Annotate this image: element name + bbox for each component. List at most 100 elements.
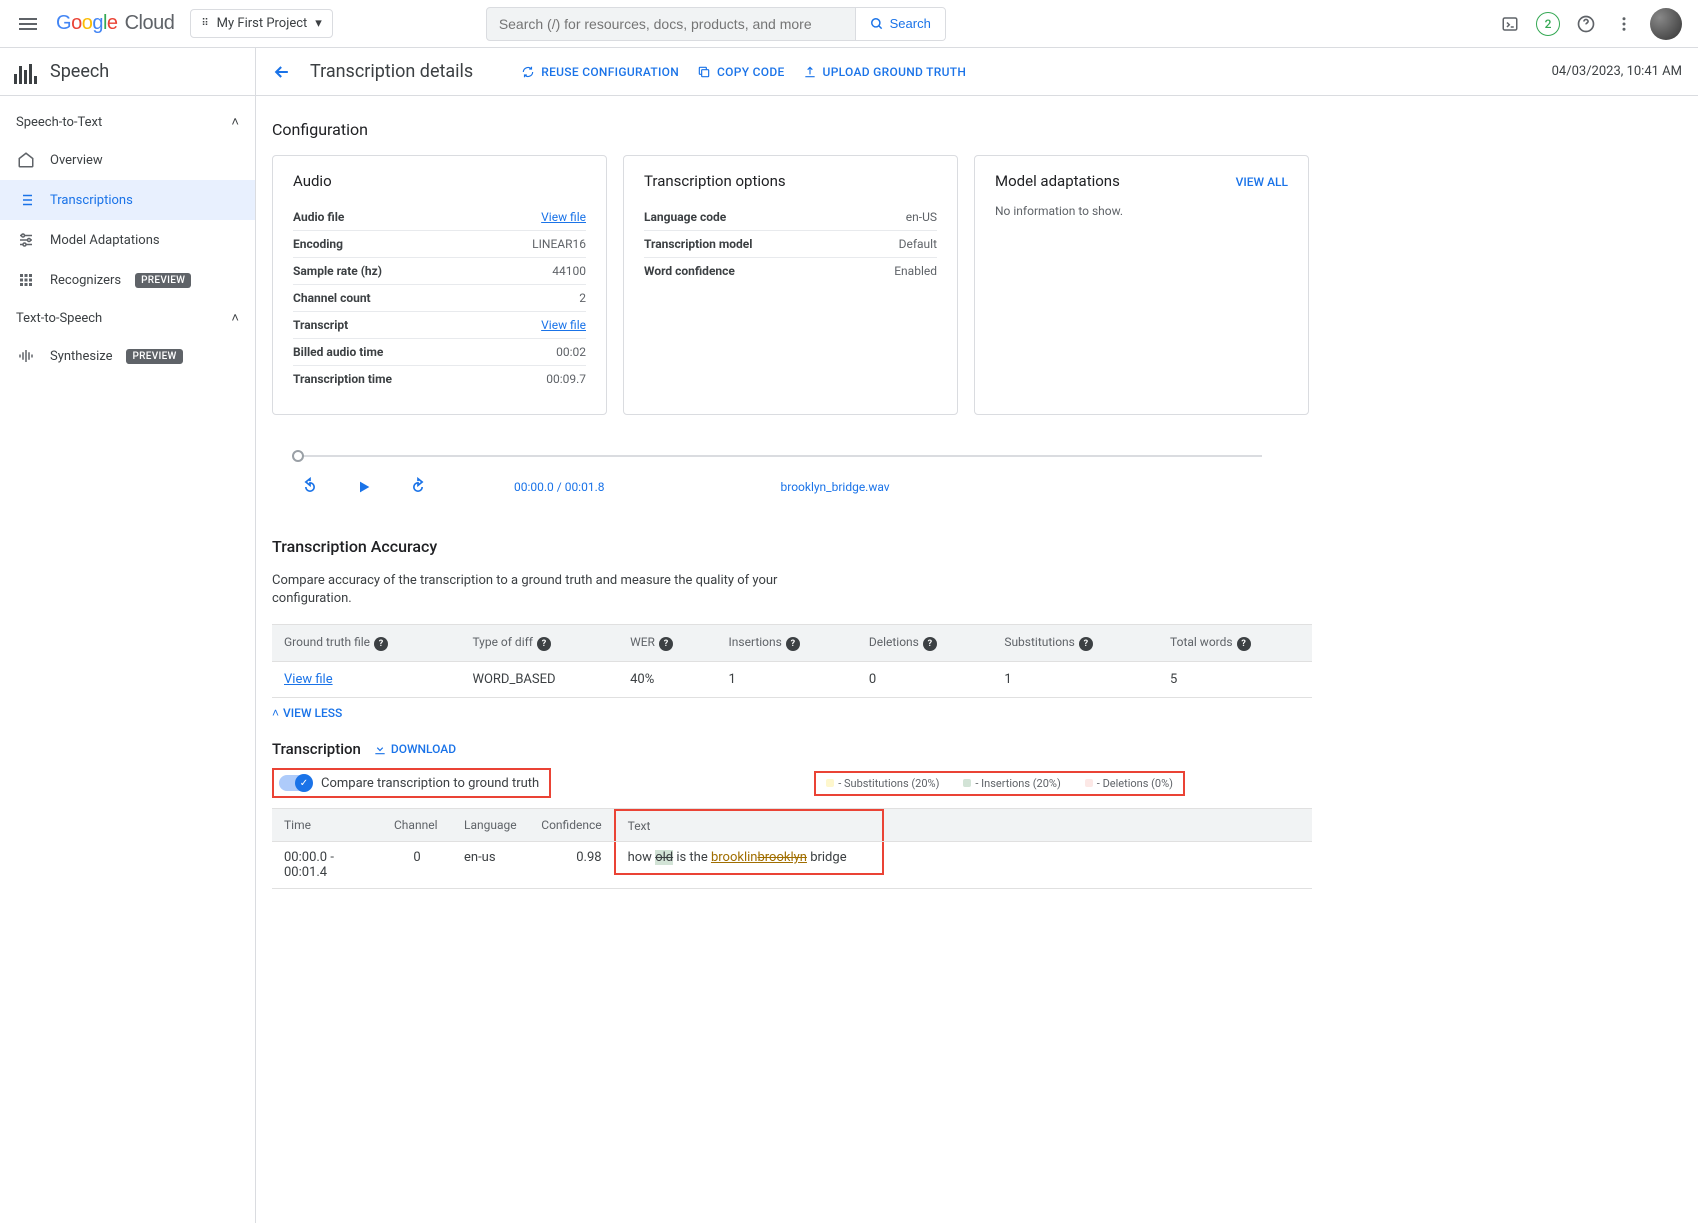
audio-player: 00:00.0 / 00:01.8 brooklyn_bridge.wav (272, 455, 1282, 497)
compare-label: Compare transcription to ground truth (321, 776, 539, 791)
sidebar-item-synthesize[interactable]: Synthesize PREVIEW (0, 336, 255, 376)
player-track[interactable] (292, 455, 1262, 457)
project-picker[interactable]: ⠿ My First Project ▾ (190, 9, 332, 38)
rewind-button[interactable] (300, 477, 320, 497)
view-all-button[interactable]: VIEW ALL (1236, 175, 1288, 189)
trans-th-text: Text (614, 809, 1312, 842)
player-time: 00:00.0 / 00:01.8 (514, 480, 605, 494)
compare-row: ✓ Compare transcription to ground truth … (272, 768, 1312, 798)
chevron-down-icon: ▾ (315, 16, 322, 31)
main-content: Configuration Audio Audio fileView file … (256, 96, 1698, 1223)
list-icon (16, 190, 36, 210)
download-button[interactable]: DOWNLOAD (373, 742, 456, 756)
accuracy-desc: Compare accuracy of the transcription to… (272, 572, 792, 608)
reuse-config-button[interactable]: REUSE CONFIGURATION (521, 65, 679, 79)
header-right: 2 (1498, 8, 1690, 40)
legend-del: - Deletions (0%) (1085, 777, 1173, 790)
ground-truth-file-link[interactable]: View file (284, 672, 333, 687)
accuracy-row: View file WORD_BASED 40% 1 0 1 5 (272, 662, 1312, 698)
free-trial-badge[interactable]: 2 (1536, 12, 1560, 36)
project-name: My First Project (217, 16, 308, 31)
trans-th-channel: Channel (382, 809, 452, 842)
audio-card-title: Audio (293, 172, 586, 190)
player-thumb[interactable] (292, 450, 304, 462)
configuration-title: Configuration (272, 120, 1682, 139)
compare-toggle-box: ✓ Compare transcription to ground truth (272, 768, 551, 798)
page-bar-right: Transcription details REUSE CONFIGURATIO… (256, 61, 1698, 82)
transcription-text: how old is the brooklinbrooklyn bridge (614, 842, 884, 875)
sidebar-item-model-adaptations[interactable]: Model Adaptations (0, 220, 255, 260)
transcription-header: Transcription DOWNLOAD (272, 740, 1682, 758)
help-icon[interactable] (1574, 12, 1598, 36)
sidebar-item-recognizers[interactable]: Recognizers PREVIEW (0, 260, 255, 300)
acc-th-type: Type of diff? (460, 625, 618, 662)
sidebar-item-label: Synthesize (50, 349, 112, 364)
sidebar: Speech-to-Text ˄ Overview Transcriptions… (0, 96, 256, 1223)
audio-file-link[interactable]: View file (541, 210, 586, 224)
help-icon[interactable]: ? (1079, 637, 1093, 651)
transcript-file-link[interactable]: View file (541, 318, 586, 332)
search-input[interactable] (487, 8, 855, 40)
player-file: brooklyn_bridge.wav (781, 480, 890, 494)
sidebar-item-label: Overview (50, 153, 103, 168)
sidebar-item-overview[interactable]: Overview (0, 140, 255, 180)
copy-code-button[interactable]: COPY CODE (697, 65, 785, 79)
help-icon[interactable]: ? (1237, 637, 1251, 651)
sidebar-section-tts[interactable]: Text-to-Speech ˄ (0, 300, 255, 336)
help-icon[interactable]: ? (537, 637, 551, 651)
preview-badge: PREVIEW (135, 273, 191, 288)
trans-th-conf: Confidence (529, 809, 614, 842)
menu-icon[interactable] (16, 12, 40, 36)
page-bar: Speech Transcription details REUSE CONFI… (0, 48, 1698, 96)
trans-th-lang: Language (452, 809, 529, 842)
cloud-shell-icon[interactable] (1498, 12, 1522, 36)
acc-th-del: Deletions? (857, 625, 992, 662)
search-icon (870, 17, 884, 31)
help-icon[interactable]: ? (786, 637, 800, 651)
acc-th-gt: Ground truth file? (272, 625, 460, 662)
no-info-text: No information to show. (995, 204, 1288, 218)
sidebar-item-transcriptions[interactable]: Transcriptions (0, 180, 255, 220)
page-title: Transcription details (310, 61, 473, 82)
back-button[interactable] (272, 62, 292, 82)
forward-button[interactable] (408, 477, 428, 497)
project-icon: ⠿ (201, 18, 208, 29)
check-icon: ✓ (295, 774, 313, 792)
more-icon[interactable] (1612, 12, 1636, 36)
google-cloud-logo[interactable]: Google Cloud (56, 12, 174, 35)
transcription-title: Transcription (272, 740, 361, 758)
legend-box: - Substitutions (20%) - Insertions (20%)… (814, 771, 1185, 796)
help-icon[interactable]: ? (923, 637, 937, 651)
search-button[interactable]: Search (855, 8, 945, 40)
sliders-icon (16, 230, 36, 250)
avatar[interactable] (1650, 8, 1682, 40)
accuracy-title: Transcription Accuracy (272, 537, 1682, 556)
accuracy-table: Ground truth file? Type of diff? WER? In… (272, 624, 1312, 698)
options-card: Transcription options Language codeen-US… (623, 155, 958, 415)
sidebar-item-label: Transcriptions (50, 193, 133, 208)
acc-th-ins: Insertions? (717, 625, 857, 662)
product-area: Speech (0, 48, 256, 95)
acc-th-total: Total words? (1158, 625, 1312, 662)
acc-th-wer: WER? (618, 625, 716, 662)
config-cards: Audio Audio fileView file EncodingLINEAR… (272, 155, 1682, 415)
help-icon[interactable]: ? (659, 637, 673, 651)
timestamp: 04/03/2023, 10:41 AM (1552, 64, 1682, 79)
compare-toggle[interactable]: ✓ (279, 775, 311, 791)
adaptations-card: Model adaptations VIEW ALL No informatio… (974, 155, 1309, 415)
adaptations-card-title: Model adaptations (995, 172, 1120, 190)
top-header: Google Cloud ⠿ My First Project ▾ Search… (0, 0, 1698, 48)
product-title: Speech (50, 61, 109, 82)
sidebar-item-label: Recognizers (50, 273, 121, 288)
upload-ground-truth-button[interactable]: UPLOAD GROUND TRUTH (803, 65, 967, 79)
sidebar-section-stt[interactable]: Speech-to-Text ˄ (0, 104, 255, 140)
view-less-button[interactable]: ˄ VIEW LESS (272, 706, 1682, 720)
layout: Speech-to-Text ˄ Overview Transcriptions… (0, 96, 1698, 1223)
home-icon (16, 150, 36, 170)
help-icon[interactable]: ? (374, 637, 388, 651)
legend-ins: - Insertions (20%) (963, 777, 1060, 790)
speech-icon (14, 60, 38, 84)
trans-th-time: Time (272, 809, 382, 842)
search-box: Search (486, 7, 946, 41)
play-button[interactable] (356, 479, 372, 495)
